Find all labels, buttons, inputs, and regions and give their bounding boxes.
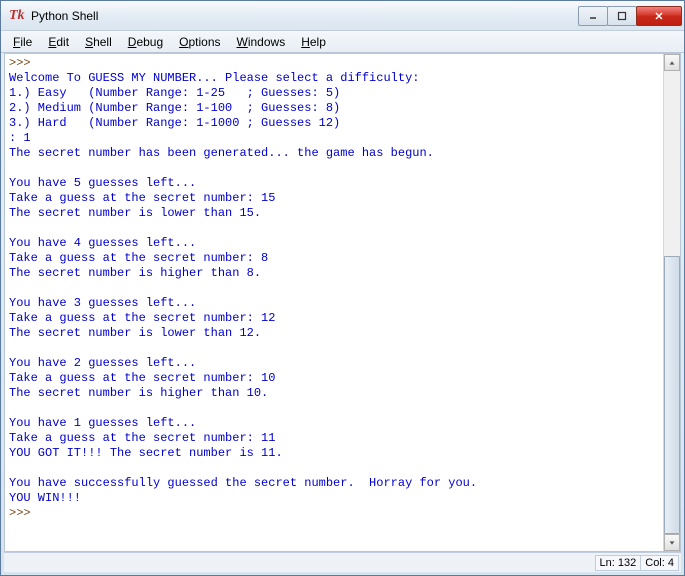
titlebar[interactable]: Tk Python Shell [1, 1, 684, 31]
tk-icon: Tk [9, 8, 25, 24]
python-shell-window: Tk Python Shell File Edit Shell Debug Op… [0, 0, 685, 576]
vertical-scrollbar[interactable] [663, 54, 680, 551]
shell-output[interactable]: >>> Welcome To GUESS MY NUMBER... Please… [5, 54, 663, 551]
content-area: >>> Welcome To GUESS MY NUMBER... Please… [4, 53, 681, 552]
menu-debug[interactable]: Debug [120, 33, 171, 51]
scroll-down-button[interactable] [664, 534, 680, 551]
scroll-track[interactable] [664, 71, 680, 534]
menu-shell[interactable]: Shell [77, 33, 120, 51]
menu-windows[interactable]: Windows [229, 33, 294, 51]
window-title: Python Shell [31, 9, 579, 23]
status-line: Ln: 132 [595, 555, 642, 571]
menu-help[interactable]: Help [293, 33, 334, 51]
scroll-thumb[interactable] [664, 256, 680, 534]
menu-options[interactable]: Options [171, 33, 228, 51]
window-controls [579, 6, 682, 26]
menu-file[interactable]: File [5, 33, 40, 51]
statusbar: Ln: 132 Col: 4 [4, 552, 681, 572]
minimize-button[interactable] [578, 6, 608, 26]
close-button[interactable] [636, 6, 682, 26]
status-col: Col: 4 [640, 555, 679, 571]
scroll-up-button[interactable] [664, 54, 680, 71]
maximize-button[interactable] [607, 6, 637, 26]
menubar: File Edit Shell Debug Options Windows He… [1, 31, 684, 53]
menu-edit[interactable]: Edit [40, 33, 77, 51]
